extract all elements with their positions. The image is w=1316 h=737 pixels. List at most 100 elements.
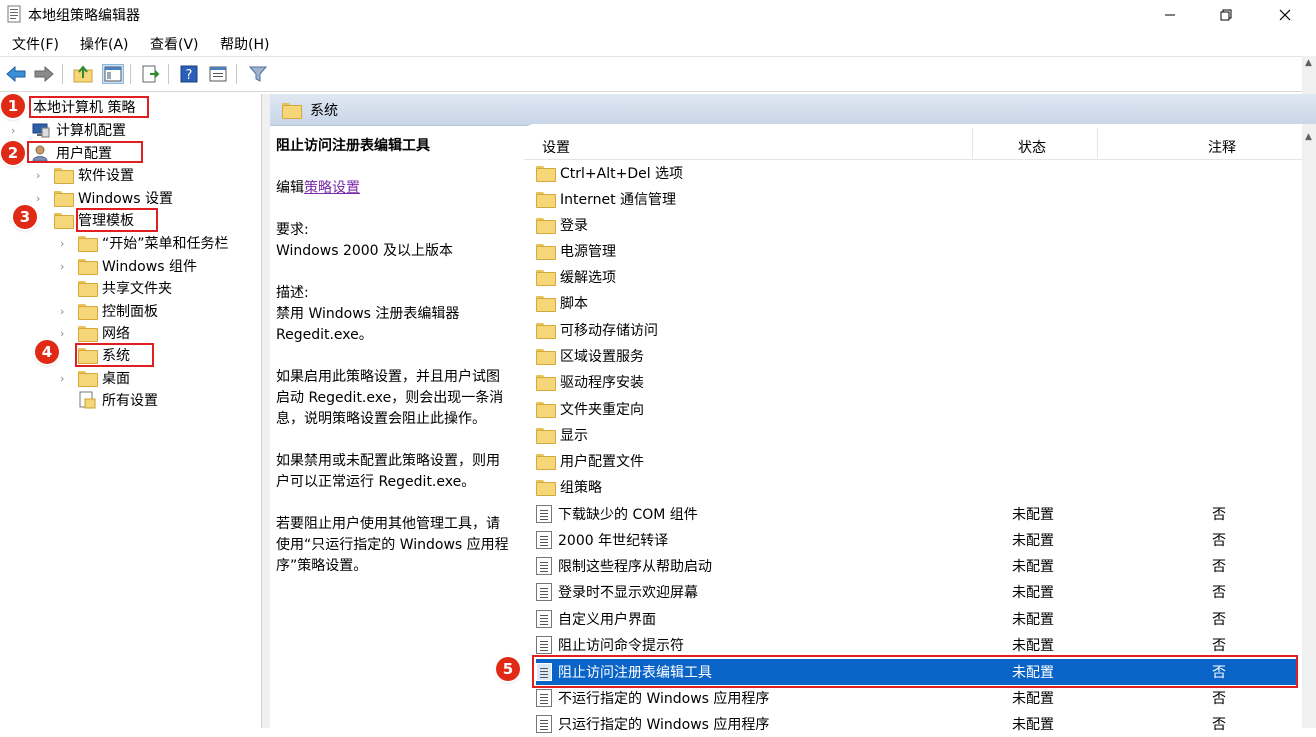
list-item-folder[interactable]: 显示 bbox=[536, 422, 1296, 448]
list-item-policy[interactable]: 登录时不显示欢迎屏幕 未配置 否 bbox=[536, 579, 1296, 605]
up-folder-icon bbox=[73, 65, 93, 83]
tree-item-windows-settings[interactable]: Windows 设置 bbox=[54, 187, 173, 209]
folder-icon bbox=[54, 191, 74, 207]
edit-policy-link[interactable]: 策略设置 bbox=[304, 180, 360, 196]
description-line: Regedit.exe。 bbox=[276, 327, 373, 343]
requirements-value: Windows 2000 及以上版本 bbox=[276, 243, 454, 259]
list-item-policy[interactable]: 2000 年世纪转译 未配置 否 bbox=[536, 527, 1296, 553]
column-divider[interactable] bbox=[1097, 128, 1098, 158]
setting-name: 文件夹重定向 bbox=[560, 402, 644, 418]
setting-name: 只运行指定的 Windows 应用程序 bbox=[558, 717, 770, 733]
expand-chevron-icon[interactable]: › bbox=[36, 170, 46, 181]
close-button[interactable] bbox=[1262, 0, 1308, 30]
setting-state: 未配置 bbox=[1012, 638, 1054, 654]
list-item-policy[interactable]: 下载缺少的 COM 组件 未配置 否 bbox=[536, 501, 1296, 527]
list-item-policy[interactable]: 限制这些程序从帮助启动 未配置 否 bbox=[536, 553, 1296, 579]
column-header-state[interactable]: 状态 bbox=[1018, 137, 1046, 157]
scroll-up-icon: ▲ bbox=[1305, 58, 1312, 68]
tree-item-desktop[interactable]: 桌面 bbox=[78, 367, 130, 389]
folder-icon bbox=[54, 213, 74, 229]
policy-setting-icon bbox=[536, 583, 552, 601]
column-header-setting[interactable]: 设置 bbox=[542, 137, 570, 157]
details-header-title: 系统 bbox=[310, 102, 338, 119]
setting-name: 自定义用户界面 bbox=[558, 612, 656, 628]
expand-chevron-icon[interactable]: › bbox=[11, 125, 21, 136]
folder-icon bbox=[536, 428, 556, 444]
description-label: 描述: bbox=[276, 285, 309, 301]
setting-name: 缓解选项 bbox=[560, 270, 616, 286]
list-scrollbar[interactable]: ▲ bbox=[1302, 124, 1316, 728]
list-item-policy[interactable]: 只运行指定的 Windows 应用程序 未配置 否 bbox=[536, 711, 1296, 737]
tree-label: Windows 设置 bbox=[78, 191, 173, 207]
list-item-policy[interactable]: 自定义用户界面 未配置 否 bbox=[536, 606, 1296, 632]
menu-action[interactable]: 操作(A) bbox=[80, 34, 129, 54]
restore-icon bbox=[1220, 9, 1232, 21]
back-button[interactable] bbox=[5, 64, 27, 84]
list-item-folder[interactable]: 文件夹重定向 bbox=[536, 396, 1296, 422]
list-item-folder[interactable]: 驱动程序安装 bbox=[536, 369, 1296, 395]
tree-item-network[interactable]: 网络 bbox=[78, 322, 130, 344]
show-hide-tree-button[interactable] bbox=[102, 64, 124, 84]
forward-button[interactable] bbox=[33, 64, 55, 84]
up-folder-button[interactable] bbox=[72, 64, 94, 84]
list-item-folder[interactable]: 组策略 bbox=[536, 474, 1296, 500]
restore-button[interactable] bbox=[1203, 0, 1249, 30]
minimize-button[interactable] bbox=[1147, 0, 1193, 30]
expand-chevron-icon[interactable]: › bbox=[60, 238, 70, 249]
pane-splitter[interactable] bbox=[262, 94, 270, 728]
setting-name: 显示 bbox=[560, 428, 588, 444]
setting-name: 登录时不显示欢迎屏幕 bbox=[558, 585, 698, 601]
window-scrollbar[interactable]: ▲ bbox=[1302, 56, 1316, 94]
console-tree: 本地计算机 策略 1 › 计算机配置 › 用户配置 2 › 软件设置 › Win… bbox=[0, 94, 262, 728]
svg-text:?: ? bbox=[186, 68, 193, 83]
setting-comment: 否 bbox=[1212, 585, 1226, 601]
expand-chevron-icon[interactable]: › bbox=[36, 193, 46, 204]
forward-arrow-icon bbox=[34, 66, 54, 82]
tree-item-windows-components[interactable]: Windows 组件 bbox=[78, 255, 197, 277]
tree-item-computer-config[interactable]: 计算机配置 bbox=[32, 119, 126, 141]
properties-button[interactable] bbox=[207, 64, 229, 84]
column-divider[interactable] bbox=[972, 128, 973, 158]
column-header-comment[interactable]: 注释 bbox=[1208, 137, 1236, 157]
tree-label: 控制面板 bbox=[102, 304, 158, 320]
setting-name: 阻止访问命令提示符 bbox=[558, 638, 684, 654]
folder-icon bbox=[54, 168, 74, 184]
export-list-button[interactable] bbox=[140, 64, 162, 84]
setting-name: Ctrl+Alt+Del 选项 bbox=[560, 166, 684, 182]
tree-item-shared-folders[interactable]: 共享文件夹 bbox=[78, 277, 172, 299]
list-item-folder[interactable]: 区域设置服务 bbox=[536, 343, 1296, 369]
tree-item-all-settings[interactable]: 所有设置 bbox=[78, 389, 158, 411]
tree-label: 计算机配置 bbox=[56, 123, 126, 139]
list-item-folder[interactable]: 可移动存储访问 bbox=[536, 317, 1296, 343]
menu-help[interactable]: 帮助(H) bbox=[220, 34, 269, 54]
menu-view[interactable]: 查看(V) bbox=[150, 34, 199, 54]
setting-name: 限制这些程序从帮助启动 bbox=[558, 559, 712, 575]
setting-state: 未配置 bbox=[1012, 612, 1054, 628]
console-tree-icon bbox=[104, 66, 122, 82]
list-item-folder[interactable]: Internet 通信管理 bbox=[536, 186, 1296, 212]
tree-item-software-settings[interactable]: 软件设置 bbox=[54, 164, 134, 186]
folder-icon bbox=[536, 480, 556, 496]
help-button[interactable]: ? bbox=[178, 64, 200, 84]
requirements-label: 要求: bbox=[276, 222, 309, 238]
setting-comment: 否 bbox=[1212, 559, 1226, 575]
menu-file[interactable]: 文件(F) bbox=[12, 34, 59, 54]
list-item-policy[interactable]: 不运行指定的 Windows 应用程序 未配置 否 bbox=[536, 685, 1296, 711]
list-item-folder[interactable]: 缓解选项 bbox=[536, 264, 1296, 290]
tree-item-control-panel[interactable]: 控制面板 bbox=[78, 300, 158, 322]
list-item-folder[interactable]: 用户配置文件 bbox=[536, 448, 1296, 474]
list-item-folder[interactable]: 脚本 bbox=[536, 290, 1296, 316]
description-line: 若要阻止用户使用其他管理工具，请 bbox=[276, 516, 500, 532]
back-arrow-icon bbox=[6, 66, 26, 82]
expand-chevron-icon[interactable]: › bbox=[60, 373, 70, 384]
expand-chevron-icon[interactable]: › bbox=[60, 306, 70, 317]
setting-state: 未配置 bbox=[1012, 585, 1054, 601]
list-item-folder[interactable]: 电源管理 bbox=[536, 238, 1296, 264]
list-item-folder[interactable]: Ctrl+Alt+Del 选项 bbox=[536, 160, 1296, 186]
setting-name: Internet 通信管理 bbox=[560, 192, 677, 208]
filter-button[interactable] bbox=[247, 64, 269, 84]
tree-item-start-menu[interactable]: “开始”菜单和任务栏 bbox=[78, 232, 229, 254]
expand-chevron-icon[interactable]: › bbox=[60, 261, 70, 272]
expand-chevron-icon[interactable]: › bbox=[60, 328, 70, 339]
list-item-folder[interactable]: 登录 bbox=[536, 212, 1296, 238]
